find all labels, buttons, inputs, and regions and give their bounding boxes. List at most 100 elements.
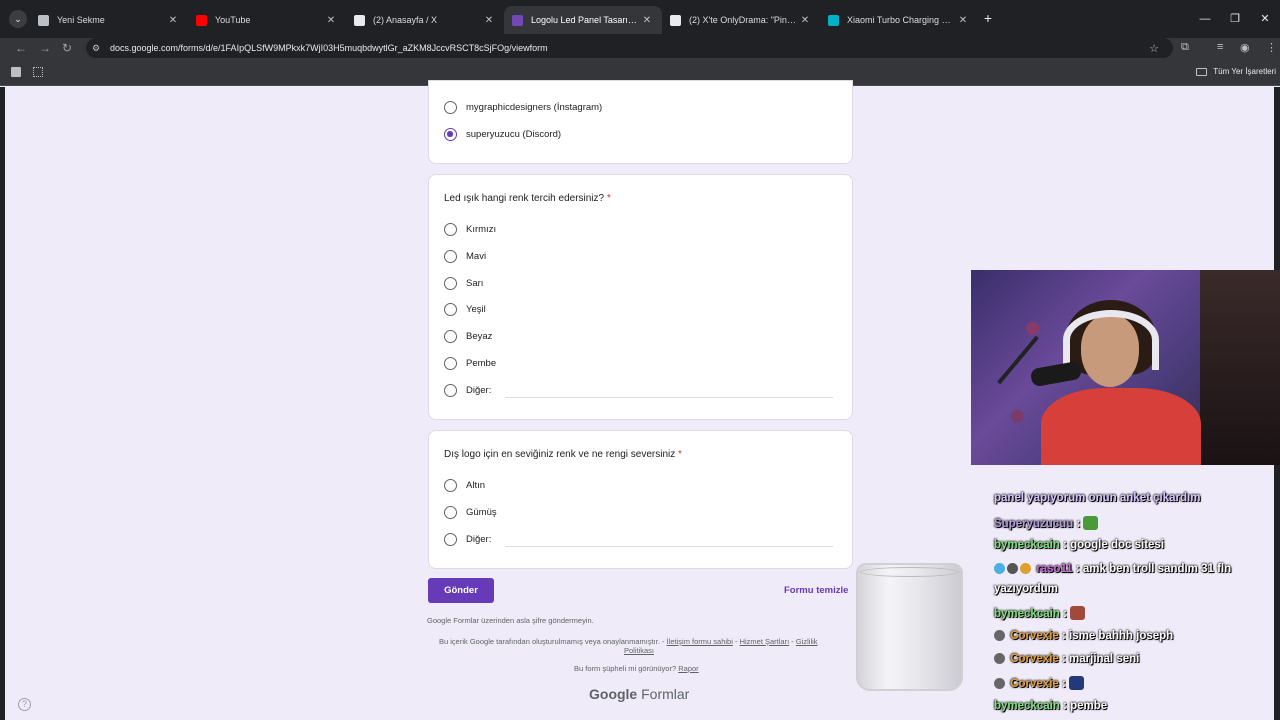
other-text-input[interactable] bbox=[505, 546, 833, 547]
emote-icon bbox=[1083, 516, 1099, 530]
radio-option-gold[interactable]: Altın bbox=[444, 479, 485, 492]
extensions-icon[interactable]: ⧉ bbox=[1181, 41, 1189, 54]
bookmark-star-icon[interactable]: ☆ bbox=[1149, 42, 1159, 55]
browser-tab[interactable]: Logolu Led Panel Tasarım Formu✕ bbox=[504, 6, 662, 34]
minimize-button[interactable]: — bbox=[1190, 0, 1220, 38]
all-bookmarks[interactable]: Tüm Yer İşaretleri bbox=[1196, 67, 1276, 76]
tab-search-button[interactable]: ⌄ bbox=[9, 10, 27, 28]
question-card-source: mygraphicdesigners (İnstagram) superyuzu… bbox=[428, 80, 853, 164]
browser-tab[interactable]: (2) X'te OnlyDrama: "PintiPanda✕ bbox=[662, 6, 820, 34]
chat-message: Superyuzucuu : bbox=[994, 516, 1099, 530]
left-edge bbox=[0, 87, 5, 720]
chat-message: bymeckcain : pembe bbox=[994, 700, 1108, 712]
radio-option[interactable]: superyuzucu (Discord) bbox=[444, 128, 561, 141]
question-card-led-color: Led ışık hangi renk tercih edersiniz? * … bbox=[428, 174, 853, 420]
app-icon[interactable] bbox=[11, 67, 21, 77]
radio-button[interactable] bbox=[444, 533, 457, 546]
radio-option-white[interactable]: Beyaz bbox=[444, 330, 492, 343]
radio-option-other[interactable]: Diğer: bbox=[444, 384, 491, 397]
radio-button[interactable] bbox=[444, 277, 457, 290]
other-text-input[interactable] bbox=[505, 397, 833, 398]
radio-option-green[interactable]: Yeşil bbox=[444, 303, 486, 316]
profile-icon[interactable]: ◉ bbox=[1240, 41, 1250, 54]
question-title: Dış logo için en seviğiniz renk ve ne re… bbox=[444, 449, 682, 460]
terms-link[interactable]: Hizmet Şartları bbox=[740, 637, 790, 646]
menu-icon[interactable]: ⋮ bbox=[1266, 41, 1277, 54]
tab-close-icon[interactable]: ✕ bbox=[482, 15, 496, 26]
radio-option-other[interactable]: Diğer: bbox=[444, 533, 491, 546]
tab-close-icon[interactable]: ✕ bbox=[324, 15, 338, 26]
apps-grid-icon[interactable] bbox=[33, 67, 43, 77]
chat-message: panel yapıyorum onun anket çıkardım bbox=[994, 492, 1201, 504]
new-tab-button[interactable]: + bbox=[978, 10, 998, 38]
report-link[interactable]: Rapor bbox=[678, 664, 698, 673]
tab-close-icon[interactable]: ✕ bbox=[956, 15, 970, 26]
tab-title: Logolu Led Panel Tasarım Formu bbox=[531, 15, 640, 25]
tab-close-icon[interactable]: ✕ bbox=[798, 15, 812, 26]
browser-toolbar: ← → ↻ ⚙ docs.google.com/forms/d/e/1FAIpQ… bbox=[0, 38, 1280, 60]
x-icon bbox=[670, 14, 681, 26]
option-label: Altın bbox=[466, 480, 486, 491]
help-icon[interactable]: ? bbox=[18, 698, 31, 711]
chat-message: Corvexie : isme bahhh joseph bbox=[994, 630, 1173, 642]
radio-option-pink[interactable]: Pembe bbox=[444, 357, 496, 370]
tab-close-icon[interactable]: ✕ bbox=[166, 15, 180, 26]
option-label: Sarı bbox=[466, 278, 484, 289]
restore-button[interactable]: ❐ bbox=[1220, 0, 1250, 38]
chat-message: bymeckcain : google doc sitesi bbox=[994, 539, 1165, 551]
submit-button[interactable]: Gönder bbox=[428, 578, 494, 603]
badge-icon bbox=[994, 563, 1005, 574]
radio-option-yellow[interactable]: Sarı bbox=[444, 277, 483, 290]
option-label: Diğer: bbox=[466, 534, 492, 545]
address-bar[interactable]: ⚙ docs.google.com/forms/d/e/1FAIpQLSfW9M… bbox=[86, 38, 1173, 58]
question-card-logo-color: Dış logo için en seviğiniz renk ve ne re… bbox=[428, 430, 853, 569]
radio-option-silver[interactable]: Gümüş bbox=[444, 506, 497, 519]
webcam-shelf bbox=[1200, 270, 1280, 465]
chat-message: Corvexie : bbox=[994, 676, 1085, 690]
back-button[interactable]: ← bbox=[15, 41, 27, 55]
radio-button[interactable] bbox=[444, 101, 457, 114]
headset bbox=[1063, 310, 1159, 370]
media-control-icon[interactable]: ≡ bbox=[1217, 41, 1223, 53]
privacy-link[interactable]: Gizlilik bbox=[796, 637, 818, 646]
clear-form-button[interactable]: Formu temizle bbox=[784, 585, 848, 596]
privacy-link-cont[interactable]: Politikası bbox=[624, 646, 654, 655]
chat-message: Corvexie : marjinal seni bbox=[994, 653, 1139, 665]
radio-option[interactable]: mygraphicdesigners (İnstagram) bbox=[444, 101, 602, 114]
radio-button[interactable] bbox=[444, 250, 457, 263]
radio-option-red[interactable]: Kırmızı bbox=[444, 223, 496, 236]
reload-button[interactable]: ↻ bbox=[62, 41, 72, 55]
browser-tab[interactable]: YouTube ✕ bbox=[188, 6, 346, 34]
tab-close-icon[interactable]: ✕ bbox=[640, 15, 654, 26]
contact-owner-link[interactable]: İletişim formu sahibi bbox=[667, 637, 733, 646]
browser-tab[interactable]: Xiaomi Turbo Charging MDY-1✕ bbox=[820, 6, 978, 34]
forward-button[interactable]: → bbox=[39, 41, 51, 55]
tab-title: (2) X'te OnlyDrama: "PintiPanda bbox=[689, 15, 798, 25]
suspicious-form: Bu form şüpheli mi görünüyor? Rapor bbox=[574, 664, 699, 673]
youtube-icon bbox=[196, 14, 207, 26]
streamer-shirt bbox=[1041, 388, 1201, 465]
webcam-overlay bbox=[971, 270, 1280, 465]
browser-tab[interactable]: (2) Anasayfa / X ✕ bbox=[346, 6, 504, 34]
radio-button[interactable] bbox=[444, 479, 457, 492]
glass-overlay bbox=[856, 563, 963, 691]
chat-message: bymeckcain : bbox=[994, 606, 1086, 620]
radio-button[interactable] bbox=[444, 303, 457, 316]
browser-tab[interactable]: Yeni Sekme ✕ bbox=[30, 6, 188, 34]
password-warning: Google Formlar üzerinden asla şifre gönd… bbox=[427, 616, 594, 625]
radio-button[interactable] bbox=[444, 357, 457, 370]
option-label: Mavi bbox=[466, 251, 487, 262]
option-label: superyuzucu (Discord) bbox=[466, 129, 562, 140]
radio-button[interactable] bbox=[444, 506, 457, 519]
radio-button-checked[interactable] bbox=[444, 128, 457, 141]
radio-button[interactable] bbox=[444, 330, 457, 343]
close-window-button[interactable]: ✕ bbox=[1250, 0, 1280, 38]
tab-title: YouTube bbox=[215, 15, 251, 25]
radio-button[interactable] bbox=[444, 223, 457, 236]
radio-button[interactable] bbox=[444, 384, 457, 397]
emote-icon bbox=[1070, 606, 1086, 620]
radio-option-blue[interactable]: Mavi bbox=[444, 250, 486, 263]
site-info-icon[interactable]: ⚙ bbox=[92, 43, 104, 54]
option-label: Pembe bbox=[466, 358, 497, 369]
x-icon bbox=[354, 14, 365, 26]
